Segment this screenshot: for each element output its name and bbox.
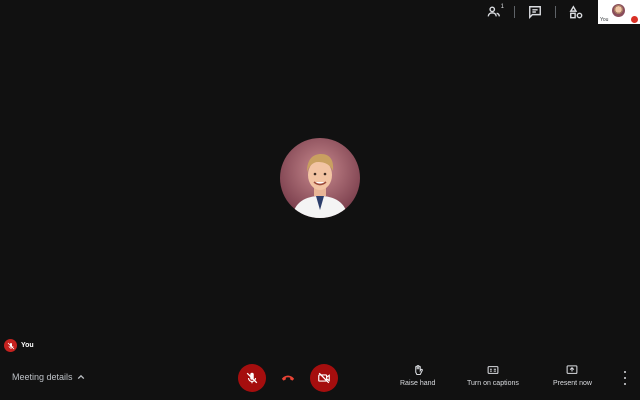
raise-hand-button[interactable]: Raise hand [400, 364, 435, 387]
call-controls [238, 364, 338, 392]
mic-off-icon [246, 372, 258, 384]
hang-up-icon [281, 375, 295, 381]
camera-off-icon [318, 372, 330, 384]
more-vert-icon [624, 371, 626, 373]
mic-muted-icon [4, 339, 17, 352]
captions-icon [487, 366, 499, 374]
chat-icon [529, 6, 541, 19]
chevron-up-icon [77, 374, 84, 380]
raise-hand-label: Raise hand [400, 380, 436, 387]
captions-label: Turn on captions [467, 380, 519, 387]
divider [514, 6, 515, 18]
present-icon [567, 365, 578, 374]
toggle-microphone-button[interactable] [238, 364, 266, 392]
toggle-camera-button[interactable] [310, 364, 338, 392]
captions-button[interactable]: Turn on captions [467, 364, 519, 387]
hand-icon [414, 364, 423, 376]
present-now-button[interactable]: Present now [553, 364, 592, 387]
mic-off-icon [631, 16, 638, 23]
self-view-avatar [612, 4, 625, 17]
activities-button[interactable] [558, 0, 594, 24]
meeting-details-label: Meeting details [12, 372, 73, 382]
present-now-label: Present now [553, 380, 592, 387]
participant-name: You [21, 342, 34, 349]
chat-button[interactable] [517, 0, 553, 24]
self-view-tile[interactable]: You [598, 0, 640, 24]
leave-call-button[interactable] [266, 364, 310, 392]
people-count-badge: 1 [500, 4, 504, 10]
participant-tag: You [4, 339, 34, 352]
participant-avatar [280, 138, 360, 218]
top-bar: 1 You [476, 0, 640, 24]
shapes-icon [569, 5, 583, 19]
more-options-button[interactable] [620, 371, 630, 385]
meeting-details-button[interactable]: Meeting details [12, 372, 85, 382]
people-button[interactable]: 1 [476, 0, 512, 24]
people-icon [487, 6, 500, 17]
divider [555, 6, 556, 18]
self-view-label: You [600, 17, 609, 23]
